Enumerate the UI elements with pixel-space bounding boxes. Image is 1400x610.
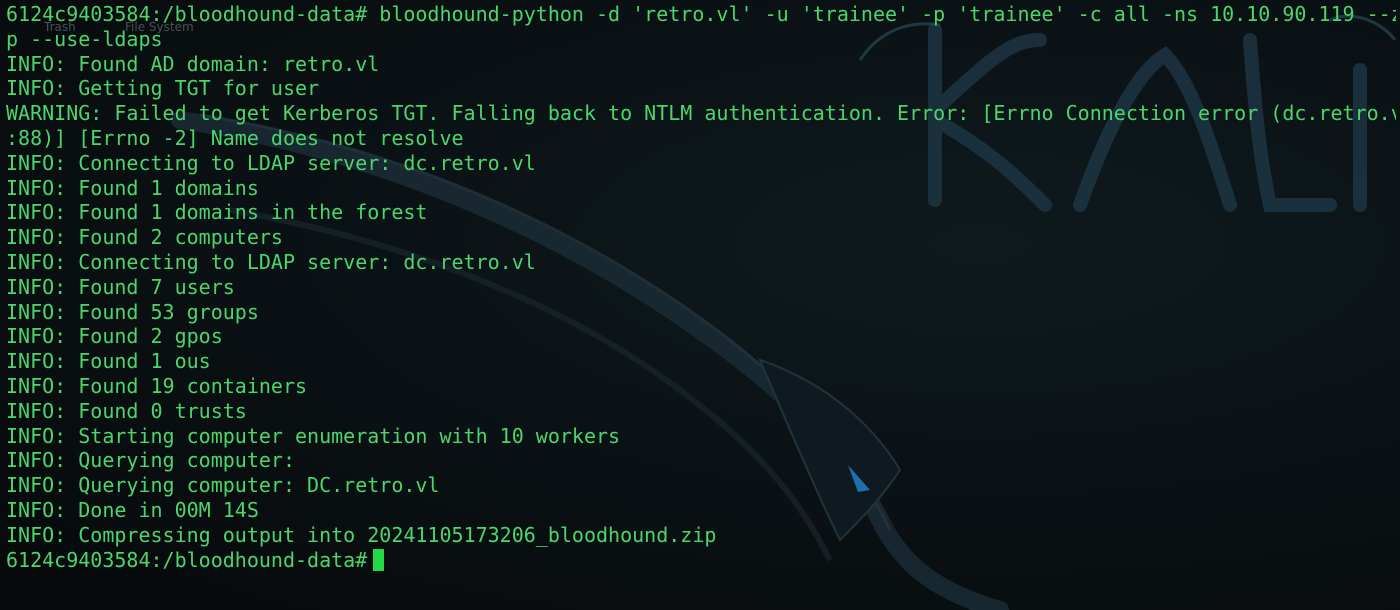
terminal-line: INFO: Found 19 containers	[6, 373, 308, 398]
terminal-line: INFO: Found 53 groups	[6, 299, 259, 324]
desktop-screen: Trash File System 6124c9403584:/bloodhou…	[0, 0, 1400, 610]
terminal-cursor	[373, 548, 385, 571]
terminal-line: INFO: Getting TGT for user	[6, 76, 320, 101]
terminal-line: 6124c9403584:/bloodhound-data# bloodhoun…	[6, 2, 1396, 26]
terminal-line: INFO: Connecting to LDAP server: dc.retr…	[6, 150, 536, 175]
terminal-line: INFO: Found 1 ous	[6, 349, 211, 374]
terminal-line: INFO: Found 1 domains	[6, 175, 259, 200]
terminal-line: INFO: Compressing output into 2024110517…	[6, 522, 717, 547]
terminal-line: INFO: Done in 00M 14S	[6, 497, 259, 522]
terminal-output[interactable]: 6124c9403584:/bloodhound-data# bloodhoun…	[6, 2, 1396, 572]
terminal-prompt-line[interactable]: 6124c9403584:/bloodhound-data#	[6, 548, 1396, 573]
terminal-line: INFO: Found 1 domains in the forest	[6, 200, 428, 225]
terminal-line: WARNING: Failed to get Kerberos TGT. Fal…	[6, 101, 1396, 126]
terminal-line: INFO: Starting computer enumeration with…	[6, 423, 621, 448]
terminal-line: INFO: Found AD domain: retro.vl	[6, 51, 380, 76]
terminal-line: INFO: Found 7 users	[6, 274, 235, 299]
terminal-line: INFO: Connecting to LDAP server: dc.retr…	[6, 249, 536, 274]
terminal-line: :88)] [Errno -2] Name does not resolve	[6, 125, 464, 150]
terminal-line: INFO: Querying computer:	[6, 448, 308, 473]
terminal-line: INFO: Found 0 trusts	[6, 398, 247, 423]
terminal-line: INFO: Querying computer: DC.retro.vl	[6, 473, 440, 498]
terminal-line: INFO: Found 2 gpos	[6, 324, 223, 349]
terminal-line: INFO: Found 2 computers	[6, 225, 283, 250]
terminal-line: p --use-ldaps	[6, 26, 163, 51]
terminal-prompt: 6124c9403584:/bloodhound-data#	[6, 547, 368, 572]
